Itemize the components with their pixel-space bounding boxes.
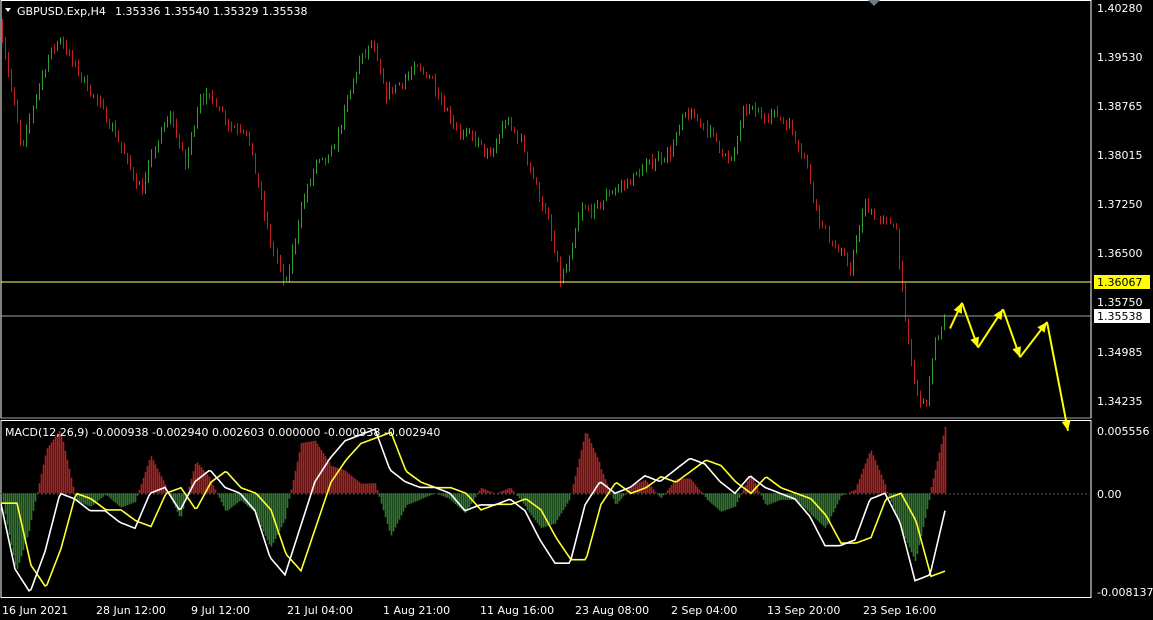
time-axis-label: 11 Aug 16:00 [480, 604, 554, 617]
price-axis-label: 1.35750 [1097, 296, 1143, 309]
time-axis-label: 2 Sep 04:00 [671, 604, 737, 617]
price-chart[interactable]: GBPUSD.Exp,H4 1.35336 1.35540 1.35329 1.… [0, 0, 1153, 620]
macd-indicator-label: MACD(12,26,9) -0.000938 -0.002940 0.0026… [5, 426, 440, 439]
price-axis-label: 1.40280 [1097, 2, 1143, 15]
time-axis-label: 23 Aug 08:00 [575, 604, 649, 617]
price-axis[interactable]: 1.40280 1.39530 1.38765 1.38015 1.37250 … [1097, 2, 1143, 408]
level-price-tag-text: 1.36067 [1097, 276, 1143, 289]
price-axis-label: 1.34985 [1097, 346, 1143, 359]
price-axis-label: 1.36500 [1097, 247, 1143, 260]
price-axis-label: 1.38765 [1097, 100, 1143, 113]
time-axis-label: 23 Sep 16:00 [863, 604, 936, 617]
chart-background [0, 0, 1153, 620]
time-axis-label: 16 Jun 2021 [2, 604, 68, 617]
price-axis-label: 1.34235 [1097, 395, 1143, 408]
price-axis-label: 1.37250 [1097, 198, 1143, 211]
price-axis-label: 1.38015 [1097, 149, 1143, 162]
time-axis-label: 9 Jul 12:00 [191, 604, 250, 617]
symbol-info: GBPUSD.Exp,H4 [17, 5, 106, 18]
macd-axis-label: 0.005556 [1097, 425, 1150, 438]
time-axis-label: 28 Jun 12:00 [96, 604, 166, 617]
time-axis-label: 21 Jul 04:00 [287, 604, 353, 617]
price-axis-label: 1.39530 [1097, 51, 1143, 64]
time-axis-label: 1 Aug 21:00 [383, 604, 450, 617]
macd-axis-label: 0.00 [1097, 488, 1122, 501]
macd-axis-label: -0.008137 [1097, 586, 1153, 599]
time-axis-label: 13 Sep 20:00 [767, 604, 840, 617]
current-price-tag-text: 1.35538 [1097, 310, 1143, 323]
ohlc-values: 1.35336 1.35540 1.35329 1.35538 [115, 5, 307, 18]
